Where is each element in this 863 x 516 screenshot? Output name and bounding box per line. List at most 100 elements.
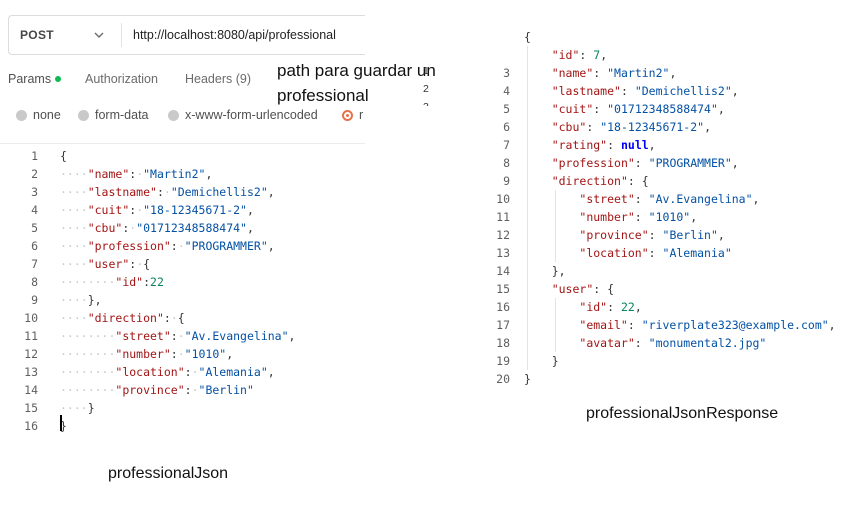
line-number: 5: [31, 221, 38, 235]
radio-button: [168, 109, 179, 121]
line-number: 18: [496, 336, 510, 350]
line-number: 20: [496, 372, 510, 386]
request-caption: professionalJson: [108, 465, 229, 482]
response-line: 18 "avatar": "monumental2.jpg": [496, 334, 863, 352]
response-line: 9 "direction": {: [496, 172, 863, 190]
response-text: "name": "Martin2",: [551, 66, 677, 80]
tab-headers[interactable]: Headers (9): [185, 72, 251, 86]
code-text: ····}: [60, 401, 95, 415]
code-line: 11 ········"street":·"Av.Evangelina",: [0, 327, 365, 345]
response-text: "avatar": "monumental2.jpg": [579, 336, 767, 350]
line-number: 16: [24, 419, 38, 433]
response-text: "street": "Av.Evangelina",: [579, 192, 760, 206]
params-indicator-dot: [55, 76, 62, 82]
request-url-bar: POST: [8, 15, 365, 55]
response-text: }: [524, 372, 531, 386]
line-number: 13: [496, 246, 510, 260]
response-line: 11 "number": "1010",: [496, 208, 863, 226]
code-line: 2 ····"name":·"Martin2",: [0, 165, 365, 183]
response-line: 13 "location": "Alemania": [496, 244, 863, 262]
code-line: 10 ····"direction":·{: [0, 309, 365, 327]
code-text: ····"user":·{: [60, 257, 151, 271]
response-line: 7 "rating": null,: [496, 136, 863, 154]
line-number: 10: [496, 192, 510, 206]
response-text: "id": 7,: [551, 48, 608, 62]
url-divider: [121, 23, 122, 47]
code-line: 7 ····"user":·{: [0, 255, 365, 273]
body-type-raw[interactable]: r: [342, 108, 363, 122]
response-text: "user": {: [551, 282, 615, 296]
response-text: "rating": null,: [551, 138, 656, 152]
mini-line-numbers: 1 2 3: [423, 62, 433, 106]
url-input[interactable]: [133, 16, 363, 54]
body-type-raw-label: r: [359, 108, 364, 122]
response-text: "province": "Berlin",: [579, 228, 725, 242]
response-line: 6 "cbu": "18-12345671-2",: [496, 118, 863, 136]
line-number: 6: [31, 239, 38, 253]
line-number: 19: [496, 354, 510, 368]
line-number: 14: [24, 383, 38, 397]
mini-line-number: 1: [423, 65, 429, 77]
body-type-none[interactable]: none: [16, 108, 61, 122]
body-type-form-data[interactable]: form-data: [78, 108, 149, 122]
response-line: 10 "street": "Av.Evangelina",: [496, 190, 863, 208]
line-number: 12: [496, 228, 510, 242]
body-type-form-data-label: form-data: [95, 108, 149, 122]
body-type-urlencoded[interactable]: x-www-form-urlencoded: [168, 108, 318, 122]
radio-button: [16, 109, 27, 121]
code-text: ········"province":·"Berlin": [60, 383, 254, 397]
line-number: 14: [496, 264, 510, 278]
response-text: "direction": {: [551, 174, 649, 188]
code-text: ········"location":·"Alemania",: [60, 365, 275, 379]
code-line: 3 ····"lastname":·"Demichellis2",: [0, 183, 365, 201]
line-number: 5: [503, 102, 510, 116]
tab-authorization[interactable]: Authorization: [85, 72, 158, 86]
line-number: 13: [24, 365, 38, 379]
response-text: "cbu": "18-12345671-2",: [551, 120, 711, 134]
line-number: 9: [503, 174, 510, 188]
response-text: "cuit": "01712348588474",: [551, 102, 725, 116]
line-number: 7: [31, 257, 38, 271]
line-number: 8: [31, 275, 38, 289]
tab-params-label: Params: [8, 72, 52, 86]
code-text: ····},: [60, 293, 102, 307]
code-line: 6 ····"profession":·"PROGRAMMER",: [0, 237, 365, 255]
body-type-none-label: none: [33, 108, 61, 122]
line-number: 6: [503, 120, 510, 134]
line-number: 17: [496, 318, 510, 332]
code-line: 9 ····},: [0, 291, 365, 309]
code-text: ········"street":·"Av.Evangelina",: [60, 329, 296, 343]
line-number: 12: [24, 347, 38, 361]
response-line: {: [496, 28, 863, 46]
chevron-down-icon: [94, 32, 104, 38]
code-text: {: [60, 149, 67, 163]
line-number: 10: [24, 311, 38, 325]
response-line: 15 "user": {: [496, 280, 863, 298]
response-text: "location": "Alemania": [579, 246, 732, 260]
line-number: 11: [24, 329, 38, 343]
line-number: 3: [31, 185, 38, 199]
response-body-viewer: { "id": 7, 3 "name": "Martin2", 4 "lastnam…: [496, 28, 863, 394]
line-number: 4: [503, 84, 510, 98]
body-type-urlencoded-label: x-www-form-urlencoded: [185, 108, 318, 122]
response-caption: professionalJsonResponse: [586, 405, 779, 422]
line-number: 8: [503, 156, 510, 170]
http-method-label: POST: [20, 28, 54, 42]
code-text: ····"cbu":·"01712348588474",: [60, 221, 254, 235]
response-text: "profession": "PROGRAMMER",: [551, 156, 739, 170]
response-line: 5 "cuit": "01712348588474",: [496, 100, 863, 118]
line-number: 4: [31, 203, 38, 217]
mini-line-number: 2: [423, 83, 429, 95]
line-number: 7: [503, 138, 510, 152]
response-text: "lastname": "Demichellis2",: [551, 84, 739, 98]
request-body-editor[interactable]: 1{2 ····"name":·"Martin2", 3 ····"lastname"…: [0, 143, 365, 436]
code-line: 12 ········"number":·"1010",: [0, 345, 365, 363]
code-line: 13 ········"location":·"Alemania",: [0, 363, 365, 381]
tab-params[interactable]: Params: [8, 72, 62, 86]
radio-button: [78, 109, 89, 121]
response-text: "id": 22,: [579, 300, 642, 314]
response-text: "email": "riverplate323@example.com",: [579, 318, 836, 332]
response-line: 16 "id": 22,: [496, 298, 863, 316]
http-method-select[interactable]: POST: [9, 16, 115, 54]
code-line: 16}: [0, 417, 365, 435]
